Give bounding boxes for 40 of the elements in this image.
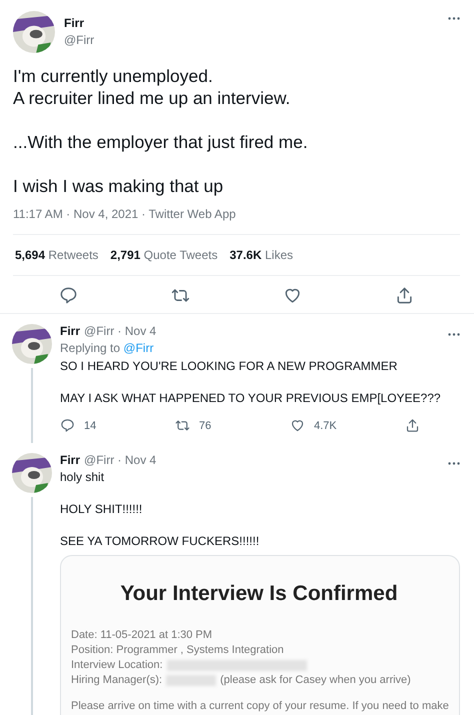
tweet-text: ...With the employer that just fired me. xyxy=(13,131,309,153)
comment-icon[interactable] xyxy=(59,286,78,305)
retweet-button[interactable]: 76 xyxy=(175,418,245,433)
stat-link[interactable]: 5,694 Retweets xyxy=(15,248,98,262)
redacted-bar xyxy=(166,675,216,686)
stat-link[interactable]: 2,791 Quote Tweets xyxy=(110,248,218,262)
more-icon[interactable] xyxy=(448,17,460,20)
reply-text: MAY I ASK WHAT HAPPENED TO YOUR PREVIOUS EMP[LOYEE??? xyxy=(60,390,442,406)
author-name[interactable]: Firr xyxy=(64,16,439,30)
share-icon[interactable] xyxy=(394,286,414,305)
more-icon[interactable] xyxy=(448,332,460,336)
author-name[interactable]: Firr xyxy=(60,324,80,338)
reply-button[interactable]: 14 xyxy=(60,418,130,433)
retweet-icon[interactable] xyxy=(175,418,190,433)
email-title: Your Interview Is Confirmed xyxy=(119,582,399,606)
share-icon[interactable] xyxy=(405,418,420,433)
reply-text: SO I HEARD YOU'RE LOOKING FOR A NEW PROGRAMMER xyxy=(60,358,398,374)
email-line: Hiring Manager(s): xyxy=(71,673,162,688)
email-line: Position: Programmer , Systems Integration xyxy=(71,643,284,658)
more-icon[interactable] xyxy=(448,462,460,464)
stat-link[interactable]: 37.6K Likes xyxy=(230,248,293,262)
tweet-meta[interactable]: @Firr · Nov 4 xyxy=(84,324,156,338)
email-note: Please arrive on time with a current copy of your resume. If you need to make xyxy=(71,700,447,712)
author-name[interactable]: Firr xyxy=(60,453,80,467)
email-line: (please ask for Casey when you arrive) xyxy=(220,673,411,688)
reply-text: SEE YA TOMORROW FUCKERS!!!!!! xyxy=(60,533,260,549)
reply-text: holy shit xyxy=(60,469,106,485)
email-line: Date: 11-05-2021 at 1:30 PM xyxy=(71,628,212,643)
email-line: Interview Location: xyxy=(71,658,163,673)
reply-text: HOLY SHIT!!!!!! xyxy=(60,501,144,517)
tweet-text: I'm currently unemployed. A recruiter lined me up an interview. xyxy=(13,65,292,109)
heart-icon[interactable] xyxy=(282,286,302,305)
tweet-timestamp[interactable]: 11:17 AM · Nov 4, 2021 · Twitter Web App xyxy=(13,207,236,221)
like-button[interactable]: 4.7K xyxy=(290,418,360,433)
heart-icon[interactable] xyxy=(290,418,305,433)
author-handle[interactable]: @Firr xyxy=(64,33,439,47)
comment-icon[interactable] xyxy=(60,418,75,433)
tweet-text: I wish I was making that up xyxy=(13,175,224,197)
tweet-meta[interactable]: @Firr · Nov 4 xyxy=(84,453,156,467)
replying-to-text: Replying to @Firr xyxy=(60,341,154,355)
